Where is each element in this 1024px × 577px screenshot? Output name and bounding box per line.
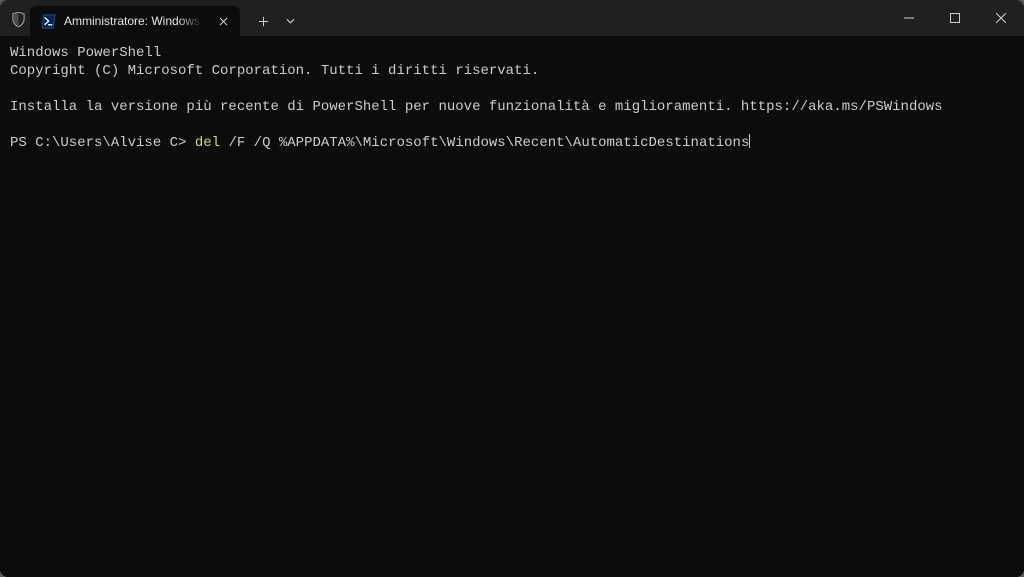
command-args: /F /Q %APPDATA%\Microsoft\Windows\Recent… [220,135,749,151]
titlebar-spacer [302,0,886,36]
tab-close-button[interactable] [214,12,232,30]
prompt-line: PS C:\Users\Alvise C> del /F /Q %APPDATA… [10,135,750,151]
prompt-text: PS C:\Users\Alvise C> [10,135,195,151]
terminal-window: Amministratore: Windows PowerShell [0,0,1024,577]
terminal-line: Copyright (C) Microsoft Corporation. Tut… [10,63,539,79]
shield-admin-icon [10,11,26,27]
tab-dropdown-button[interactable] [278,9,302,33]
tab-controls [248,6,302,36]
minimize-button[interactable] [886,0,932,36]
tab-title: Amministratore: Windows PowerShell [64,14,206,28]
new-tab-button[interactable] [248,9,278,33]
close-button[interactable] [978,0,1024,36]
command-keyword: del [195,135,220,151]
window-controls [886,0,1024,36]
titlebar-left [0,0,26,36]
terminal-line: Installa la versione più recente di Powe… [10,99,943,115]
tab-powershell[interactable]: Amministratore: Windows PowerShell [30,6,240,36]
terminal-body[interactable]: Windows PowerShell Copyright (C) Microso… [0,36,1024,577]
titlebar: Amministratore: Windows PowerShell [0,0,1024,36]
terminal-line: Windows PowerShell [10,45,161,61]
text-cursor [749,134,750,148]
powershell-icon [40,13,56,29]
maximize-button[interactable] [932,0,978,36]
